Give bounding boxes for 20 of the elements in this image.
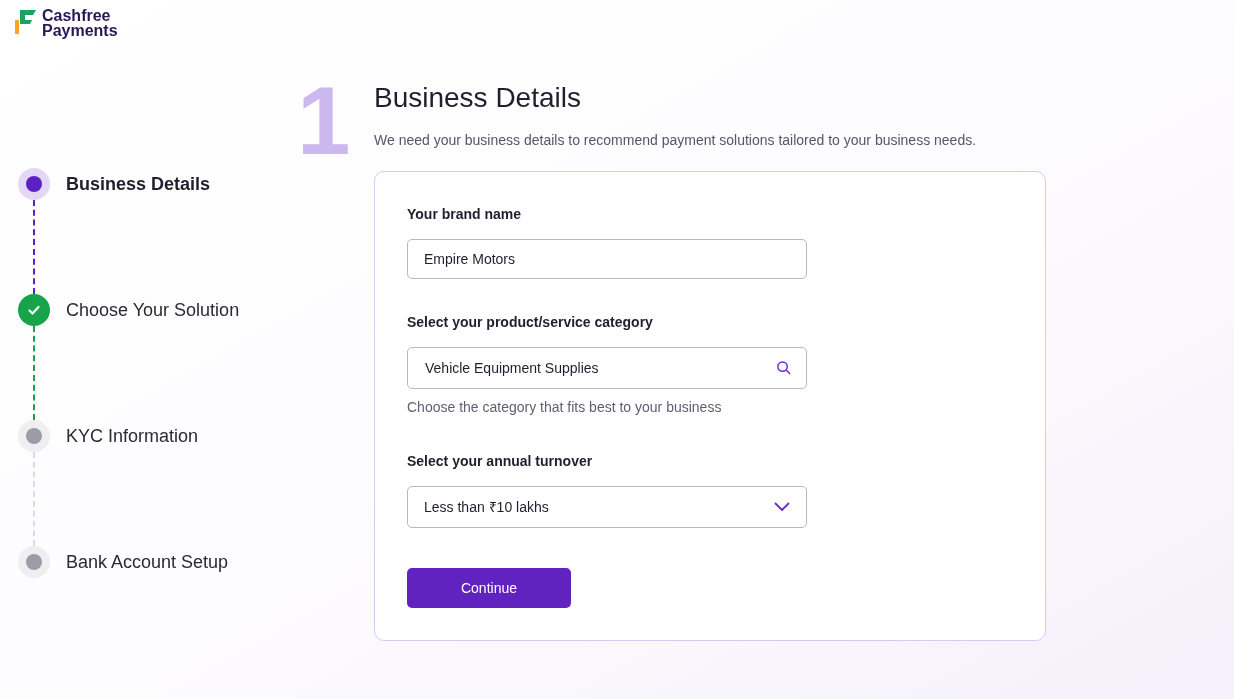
field-label: Select your annual turnover bbox=[407, 452, 594, 471]
logo-icon bbox=[14, 8, 38, 36]
turnover-dropdown[interactable]: Less than ₹10 lakhs bbox=[407, 486, 807, 528]
field-hint: Choose the category that fits best to your business bbox=[407, 398, 723, 417]
brand-name-field[interactable]: Empire Motors bbox=[407, 239, 807, 279]
step-label: Bank Account Setup bbox=[66, 550, 229, 574]
field-label: Select your product/service category bbox=[407, 313, 654, 332]
page-title: Business Details bbox=[374, 81, 582, 115]
search-icon bbox=[776, 360, 791, 375]
field-label: Your brand name bbox=[407, 205, 523, 224]
step-number: 1 bbox=[297, 67, 351, 174]
page-subtitle: We need your business details to recommend payment solutions tailored to your business needs. bbox=[374, 131, 978, 150]
step-label: Business Details bbox=[66, 172, 211, 196]
category-search-field[interactable]: Vehicle Equipment Supplies bbox=[407, 347, 807, 389]
logo-text: Cashfree bbox=[42, 8, 112, 23]
step-label: KYC Information bbox=[66, 424, 199, 448]
continue-button[interactable]: Continue bbox=[407, 568, 571, 608]
logo-text: Payments bbox=[42, 23, 118, 38]
chevron-down-icon bbox=[774, 502, 790, 512]
step-label: Choose Your Solution bbox=[66, 298, 240, 322]
